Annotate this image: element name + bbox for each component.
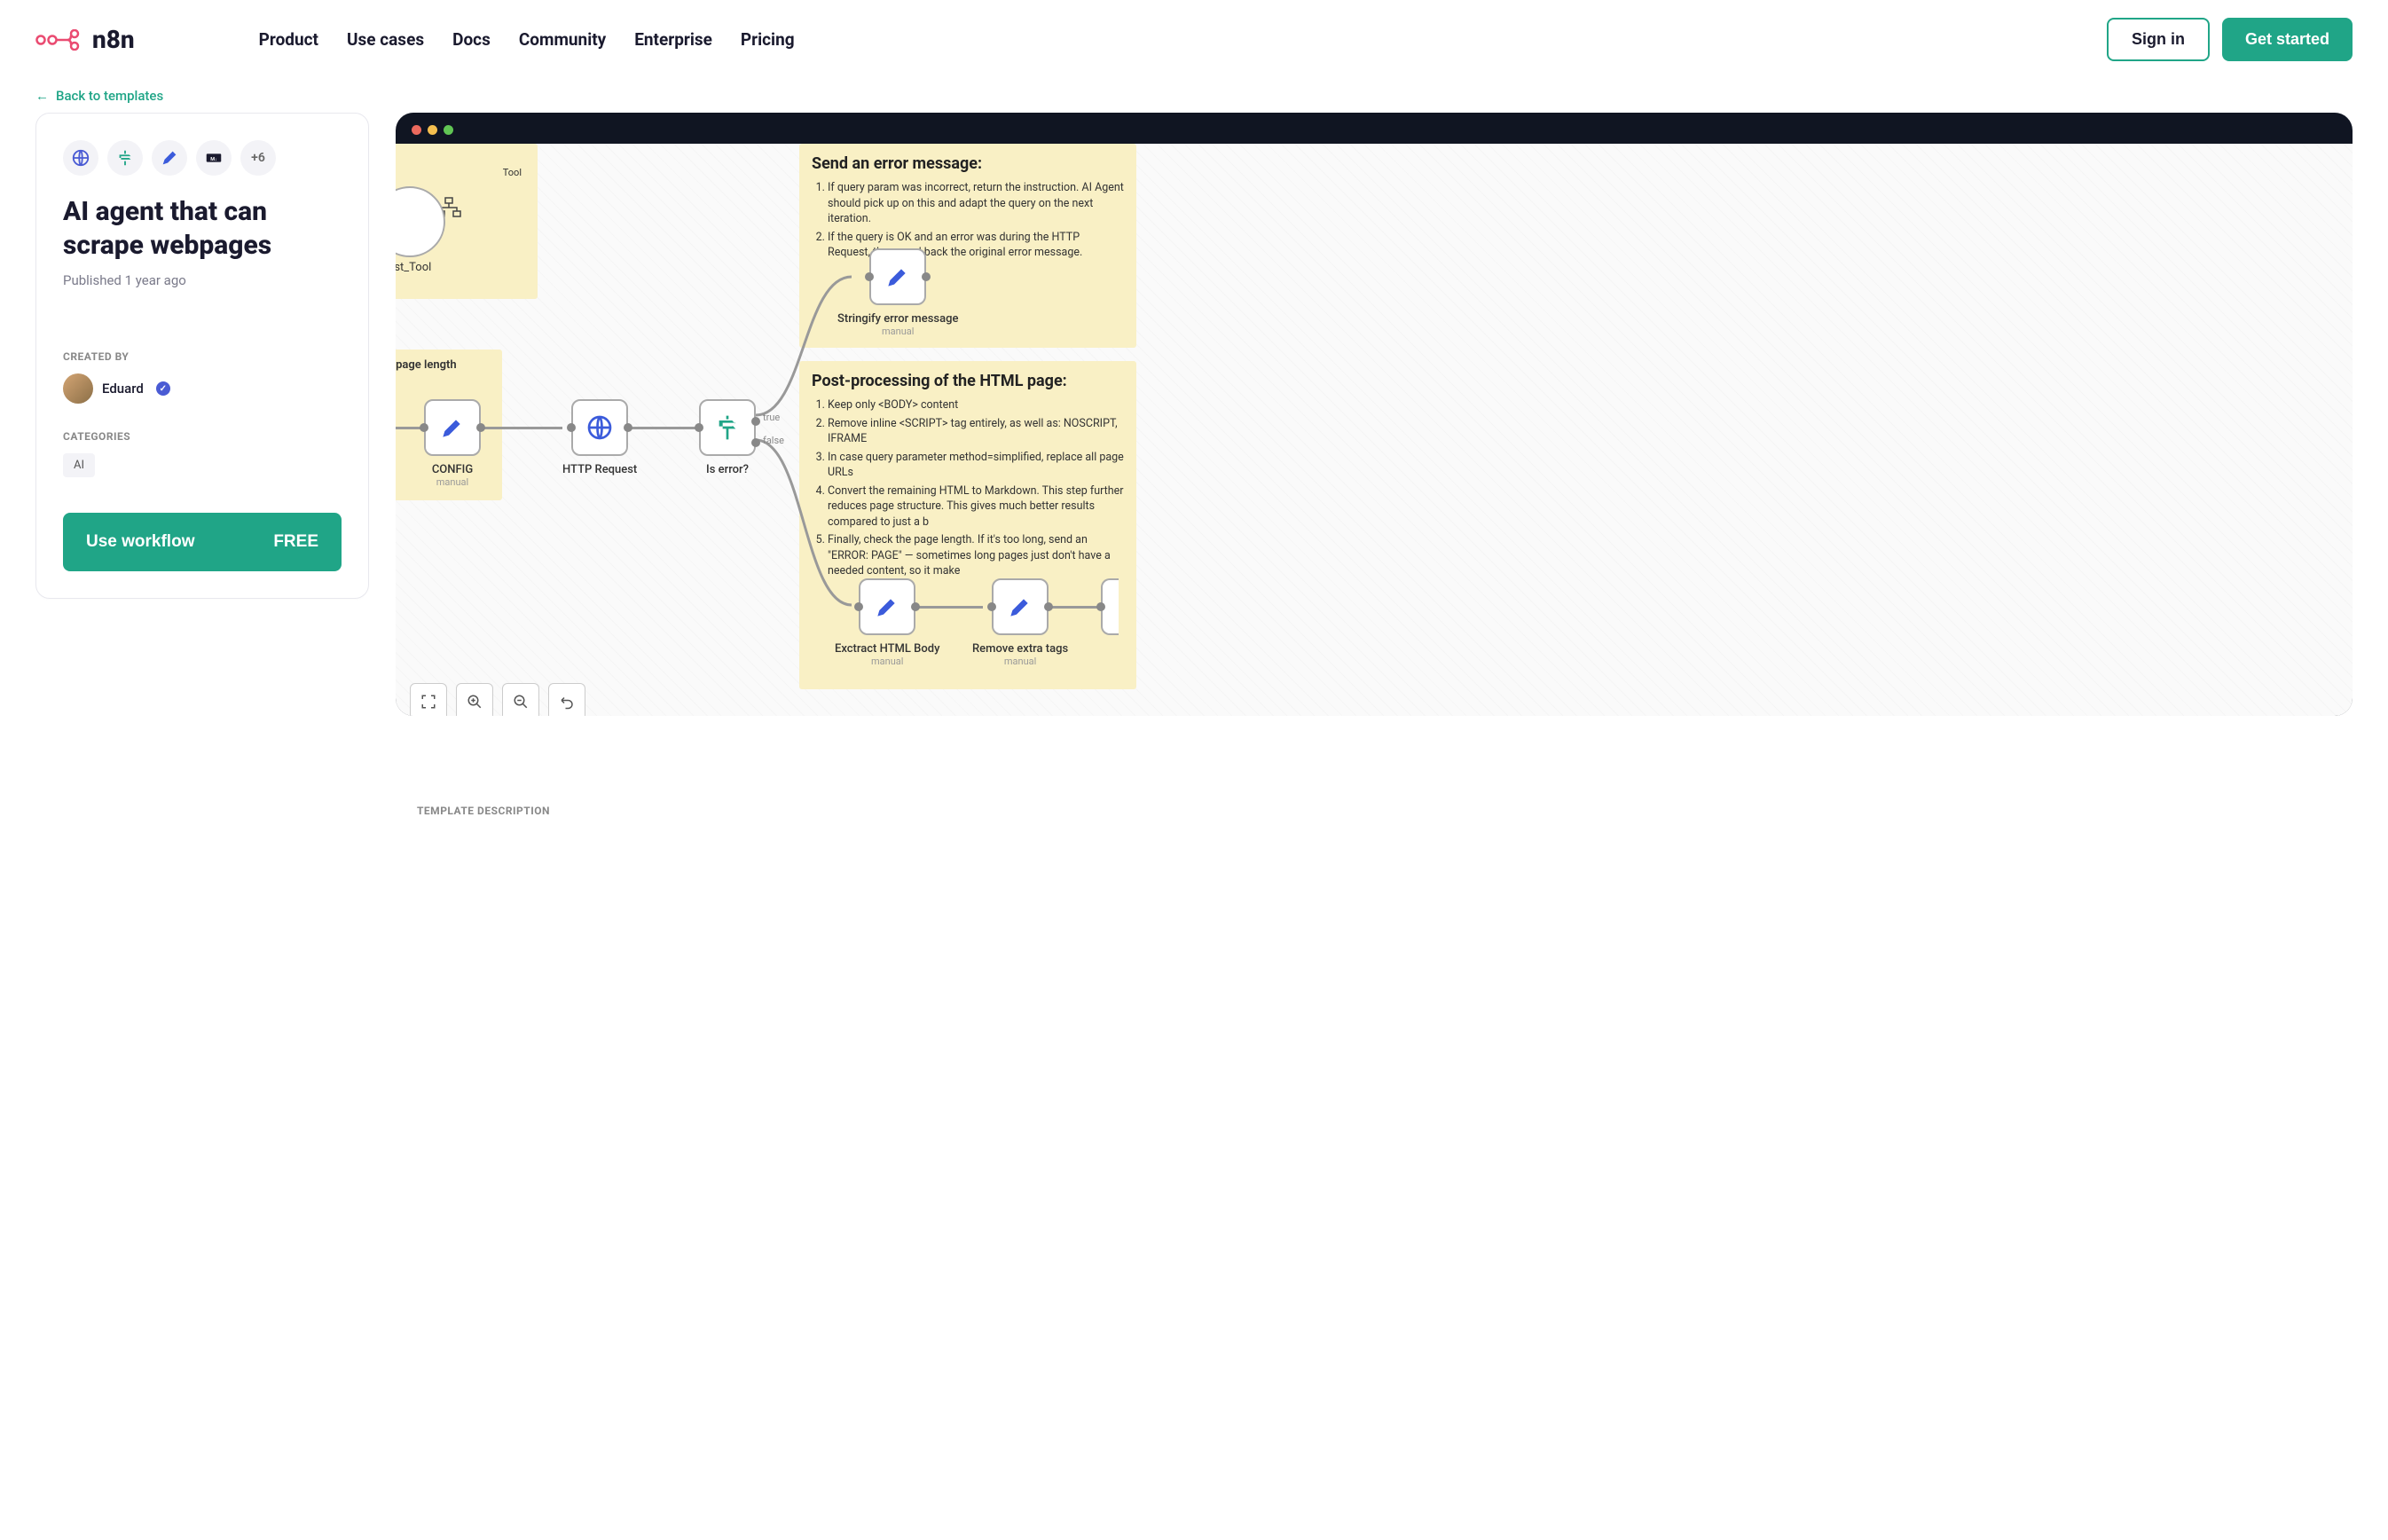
pencil-icon [884,263,912,291]
avatar [63,373,93,404]
categories-label: CATEGORIES [63,430,342,443]
back-to-templates-link[interactable]: ← Back to templates [35,88,2388,104]
window-dots [396,125,2353,144]
globe-icon[interactable] [63,140,98,176]
globe-icon [585,413,614,442]
connector [481,427,562,429]
zoom-in-button[interactable] [456,683,493,716]
undo-icon [559,694,575,710]
zoom-out-button[interactable] [502,683,539,716]
signin-button[interactable]: Sign in [2107,18,2210,61]
logo-icon [35,29,85,51]
arrow-left-icon: ← [35,88,49,104]
nav-usecases[interactable]: Use cases [347,29,424,50]
maximize-dot-icon [444,125,453,135]
zoom-in-icon [467,694,483,710]
node-is-error[interactable]: true false Is error? [699,399,756,476]
node-http-request[interactable]: HTTP Request [562,399,637,476]
canvas-controls [410,683,585,716]
workflow-canvas[interactable]: + + Tool equest_Tool for a page length S… [396,144,2353,716]
main-nav: Product Use cases Docs Community Enterpr… [259,29,795,50]
fit-view-button[interactable] [410,683,447,716]
signpost-icon [713,413,742,442]
author-row[interactable]: Eduard [63,373,342,404]
more-icons-chip[interactable]: +6 [240,140,276,176]
pencil-icon [438,413,467,442]
minimize-dot-icon [428,125,437,135]
workflow-preview: + + Tool equest_Tool for a page length S… [396,113,2353,716]
logo-text: n8n [92,25,135,54]
template-details-card: M↓ +6 AI agent that can scrape webpages … [35,113,369,599]
category-chip-ai[interactable]: AI [63,453,95,477]
sticky-post-title: Post-processing of the HTML page: [812,372,1124,390]
zoom-out-icon [513,694,529,710]
svg-text:M↓: M↓ [210,157,217,162]
logo[interactable]: n8n [35,25,135,54]
node-extract-html-body[interactable]: Exctract HTML Body manual [835,578,939,667]
node-remove-extra-tags[interactable]: Remove extra tags manual [972,578,1068,667]
author-name: Eduard [102,381,144,397]
template-title: AI agent that can scrape webpages [63,195,342,262]
price-label: FREE [273,532,318,552]
nav-product[interactable]: Product [259,29,318,50]
markdown-icon[interactable]: M↓ [196,140,232,176]
nav-docs[interactable]: Docs [452,29,491,50]
getstarted-button[interactable]: Get started [2222,18,2353,61]
site-header: n8n Product Use cases Docs Community Ent… [0,0,2388,79]
fit-view-icon [420,694,436,710]
sticky-error-title: Send an error message: [812,154,1124,173]
verified-icon [156,381,170,396]
created-by-label: CREATED BY [63,350,342,363]
published-date: Published 1 year ago [63,272,342,288]
nav-pricing[interactable]: Pricing [741,29,795,50]
template-description-label: TEMPLATE DESCRIPTION [417,805,2388,817]
pencil-icon [1006,593,1034,621]
back-link-text: Back to templates [56,88,163,104]
close-dot-icon [412,125,421,135]
use-workflow-button[interactable]: Use workflow FREE [63,513,342,571]
pencil-icon[interactable] [152,140,187,176]
signpost-icon[interactable] [107,140,143,176]
integration-icons: M↓ +6 [63,140,342,176]
use-workflow-label: Use workflow [86,532,194,552]
nav-community[interactable]: Community [519,29,606,50]
node-config[interactable]: CONFIG manual [424,399,481,488]
node-partial-right[interactable] [1101,578,1119,635]
nav-enterprise[interactable]: Enterprise [634,29,712,50]
header-actions: Sign in Get started [2107,18,2353,61]
undo-button[interactable] [548,683,585,716]
node-stringify-error[interactable]: Stringify error message manual [837,248,958,337]
pencil-icon [873,593,901,621]
